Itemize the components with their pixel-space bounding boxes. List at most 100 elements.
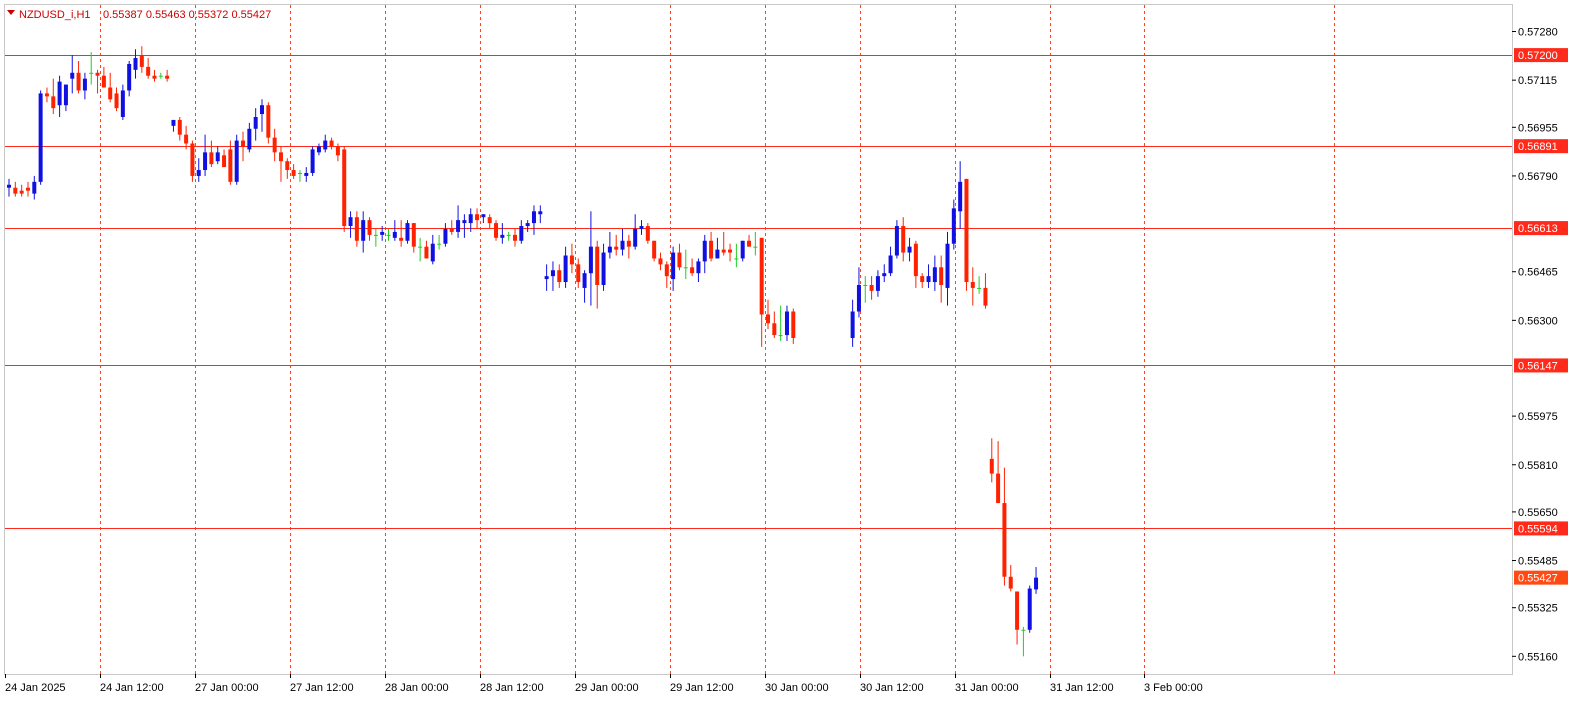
candle-body xyxy=(620,240,625,250)
candle-body xyxy=(721,249,726,253)
candle-body xyxy=(696,261,701,274)
time-axis[interactable]: 24 Jan 2025 24 Jan 12:00 27 Jan 00:00 27 Ja… xyxy=(5,674,1203,694)
candle-body xyxy=(481,214,486,218)
level-badge: 0.56613 xyxy=(1514,221,1568,236)
candle-body xyxy=(894,226,899,256)
candle-body xyxy=(1002,503,1007,577)
candle-body xyxy=(430,243,435,262)
candle-body xyxy=(51,96,56,109)
candle-body xyxy=(759,237,764,315)
candle-body xyxy=(234,140,239,182)
candle xyxy=(234,134,239,185)
candle-body xyxy=(869,284,874,291)
candle xyxy=(964,178,969,291)
candle-body xyxy=(316,146,321,153)
candle-body xyxy=(177,119,182,135)
candle-body xyxy=(595,246,600,285)
price-tick-label: 0.56465 xyxy=(1518,267,1558,279)
candle-body xyxy=(76,72,81,91)
time-tick-label: 30 Jan 00:00 xyxy=(765,682,829,694)
candle-body xyxy=(342,149,347,227)
candle-body xyxy=(715,249,720,259)
candle-body xyxy=(487,217,492,224)
candle xyxy=(1027,585,1032,633)
candle-body xyxy=(557,270,562,283)
candle-body xyxy=(882,273,887,277)
candle-body xyxy=(215,152,220,162)
candle-body xyxy=(709,240,714,259)
candle-body xyxy=(133,58,138,70)
candle-body xyxy=(519,226,524,241)
candle-body xyxy=(753,246,758,248)
candle-body xyxy=(449,228,454,232)
price-tick-label: 0.56300 xyxy=(1518,315,1558,327)
candle-body xyxy=(165,75,170,79)
candle-body xyxy=(977,287,982,289)
candle xyxy=(38,90,43,185)
candle-body xyxy=(513,234,517,241)
candle-body xyxy=(114,93,119,109)
candle-body xyxy=(44,93,49,97)
candle-body xyxy=(63,84,68,106)
candle-body xyxy=(1027,588,1032,630)
candle-body xyxy=(856,284,861,312)
candle-body xyxy=(875,276,880,291)
candle-body xyxy=(38,93,43,182)
candle-body xyxy=(70,72,75,79)
candle-body xyxy=(335,146,340,156)
candle-body xyxy=(582,273,587,288)
candle-body xyxy=(563,255,568,283)
candle-body xyxy=(652,240,657,259)
candle-body xyxy=(392,231,397,238)
candle-body xyxy=(913,243,918,277)
candle-body xyxy=(7,184,11,188)
candle-body xyxy=(260,105,264,115)
candle-body xyxy=(139,55,144,67)
symbol-label: NZDUSD_i,H1 xyxy=(19,9,91,21)
candle-body xyxy=(945,243,950,288)
candle-body xyxy=(932,267,937,283)
price-chart[interactable]: 0.57280 0.57115 0.56955 0.56790 0.56465 0.563… xyxy=(0,0,1586,708)
candle-body xyxy=(380,231,385,235)
candle-body xyxy=(1034,577,1039,590)
candle-body xyxy=(951,208,956,244)
candle xyxy=(190,140,195,182)
candle-body xyxy=(57,81,62,106)
time-tick-label: 29 Jan 12:00 xyxy=(670,682,734,694)
level-badge-label: 0.56891 xyxy=(1518,141,1558,153)
candle-body xyxy=(494,223,499,238)
candle-body xyxy=(996,473,1001,504)
price-tick-label: 0.55485 xyxy=(1518,556,1558,568)
candle-body xyxy=(253,116,258,129)
candle-body xyxy=(506,234,511,236)
candle-body xyxy=(778,335,783,337)
level-badge: 0.55594 xyxy=(1514,521,1568,536)
candle-body xyxy=(607,246,612,253)
price-tick-label: 0.55160 xyxy=(1518,651,1558,663)
candle-body xyxy=(1008,576,1013,589)
candle-body xyxy=(310,149,315,173)
candle-body xyxy=(671,252,676,280)
ohlc-label: 0.55387 0.55463 0.55372 0.55427 xyxy=(103,9,271,21)
candle-body xyxy=(677,252,682,268)
candle-body xyxy=(462,220,467,224)
candle-body xyxy=(475,214,480,221)
candle-body xyxy=(361,220,366,241)
candle-body xyxy=(601,252,606,285)
chart-header: NZDUSD_i,H1 0.55387 0.55463 0.55372 0.55… xyxy=(7,9,271,21)
candle-body xyxy=(291,170,296,176)
time-tick-label: 28 Jan 12:00 xyxy=(480,682,544,694)
candle-body xyxy=(228,149,233,182)
candle-body xyxy=(120,90,125,117)
price-tick-label: 0.55810 xyxy=(1518,460,1558,472)
candle-body xyxy=(683,267,688,269)
candle-body xyxy=(614,246,619,250)
current-price-badge-label: 0.55427 xyxy=(1518,573,1558,585)
time-tick-label: 28 Jan 00:00 xyxy=(385,682,449,694)
time-tick-label: 31 Jan 00:00 xyxy=(955,682,1019,694)
candle xyxy=(645,223,650,244)
candle-body xyxy=(525,223,530,227)
candle xyxy=(342,146,347,232)
candle-body xyxy=(626,240,631,247)
candle-body xyxy=(354,217,359,241)
